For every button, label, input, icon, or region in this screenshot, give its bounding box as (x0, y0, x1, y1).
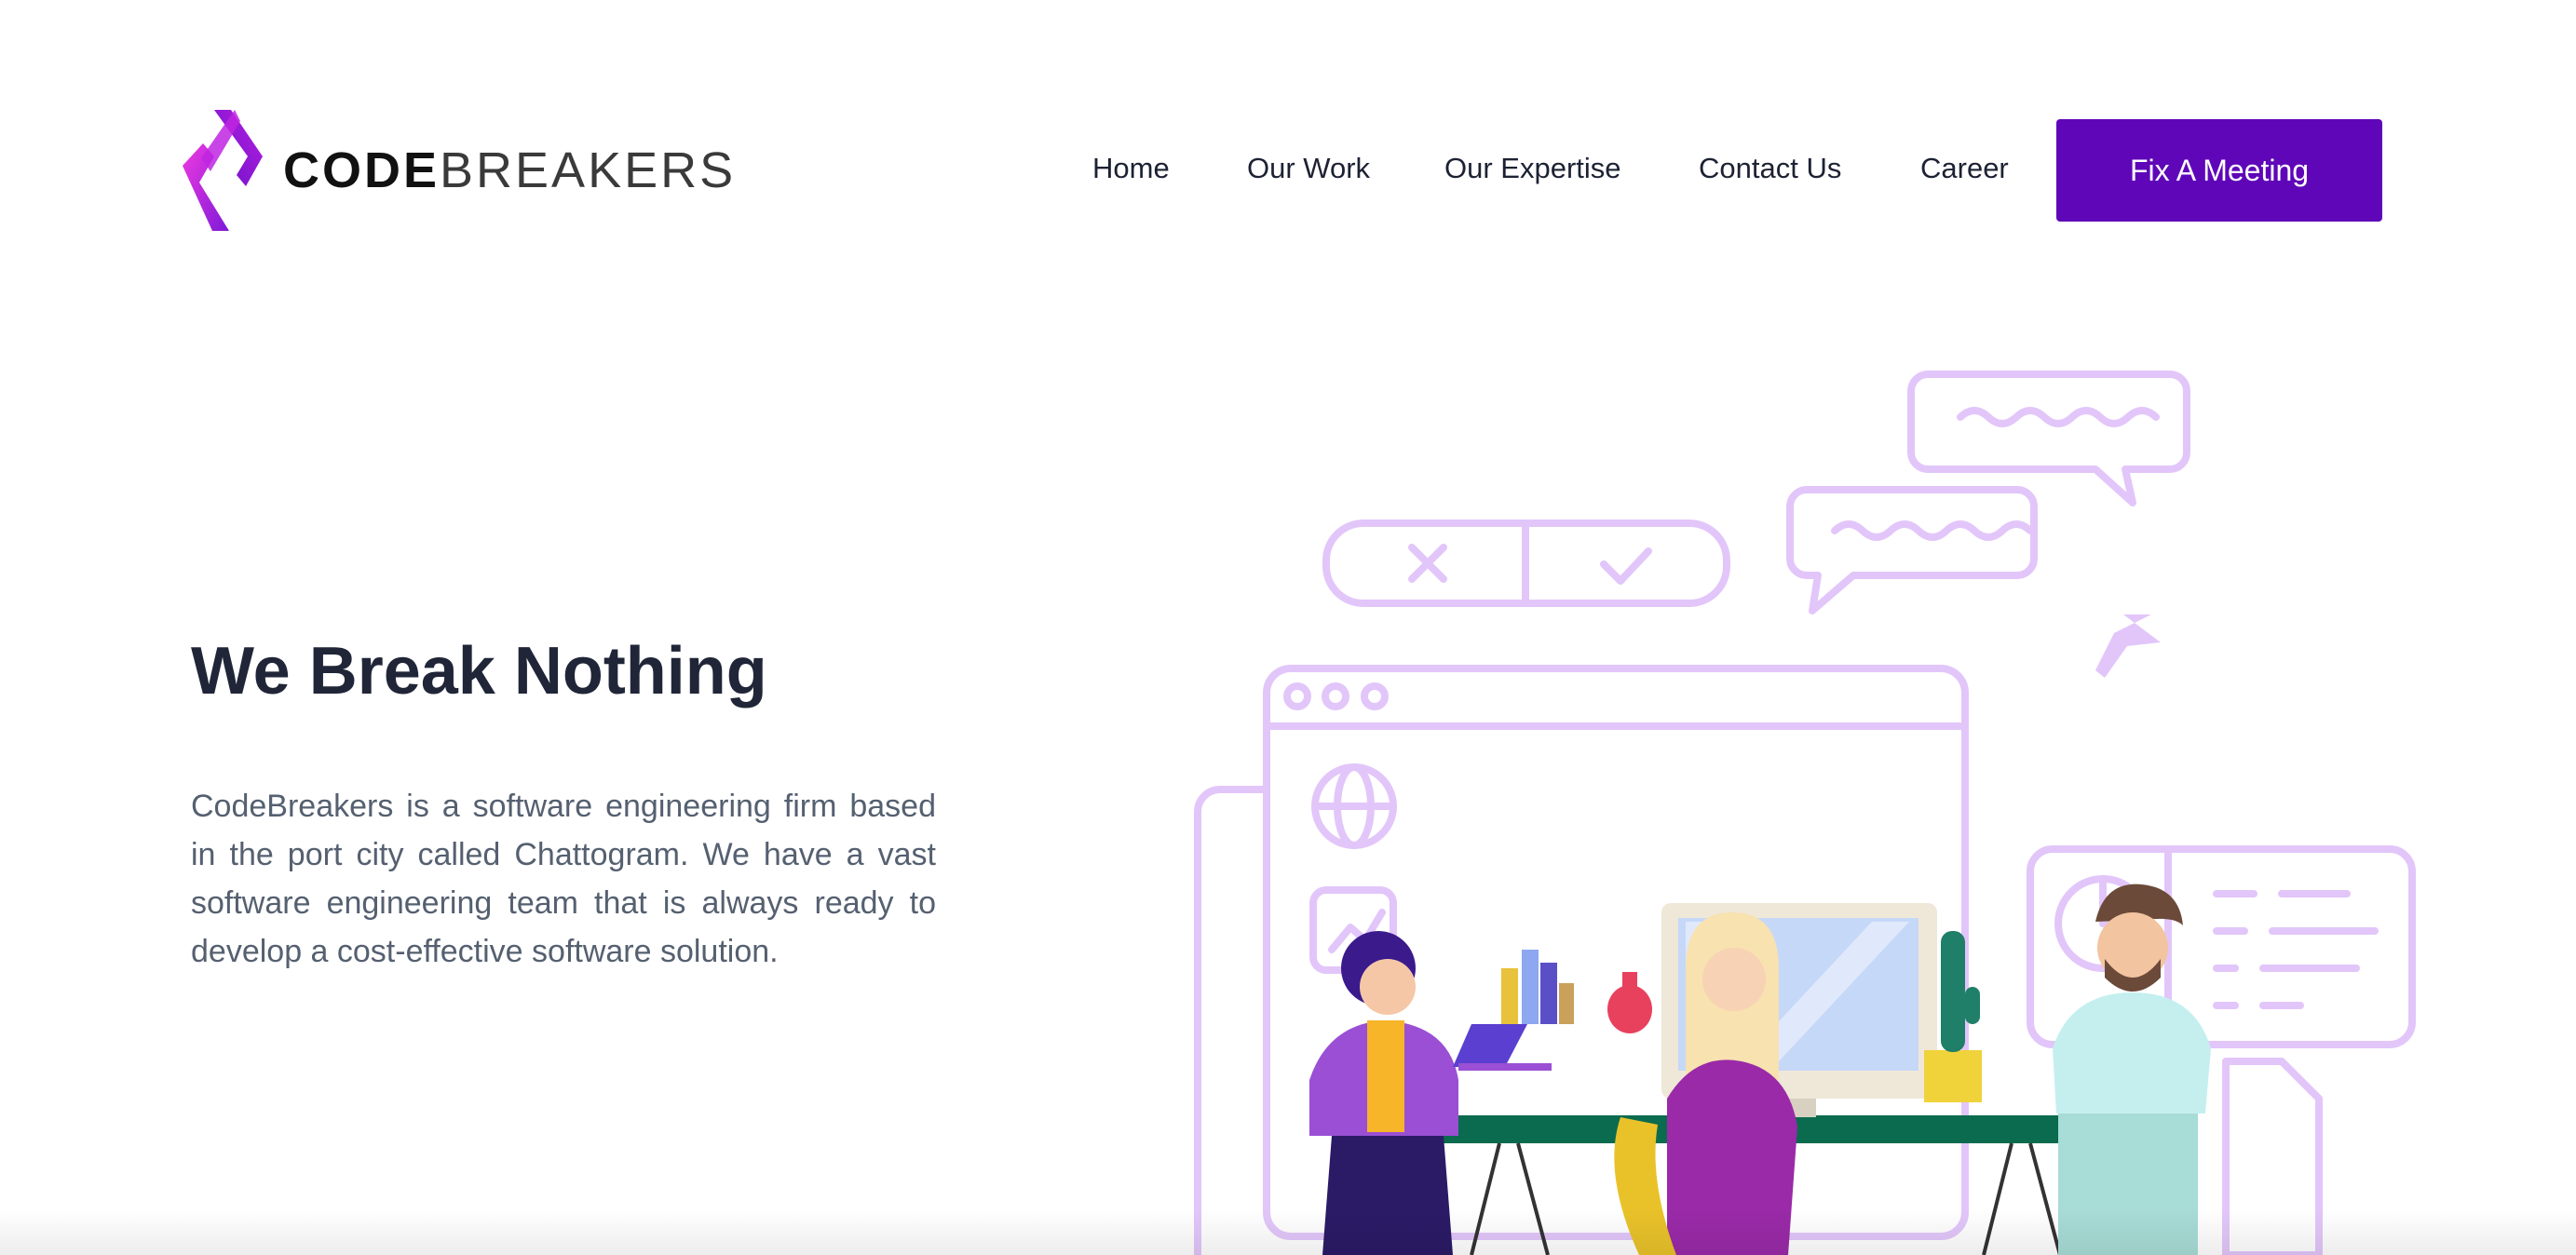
brand-name-bold: CODE (283, 142, 441, 198)
person-right-graphic (2053, 884, 2211, 1255)
bottom-shadow (0, 1208, 2576, 1255)
brand-name-light: BREAKERS (440, 142, 737, 198)
main-nav: Home Our Work Our Expertise Contact Us C… (1052, 119, 2382, 222)
brand-logo[interactable]: CODEBREAKERS (183, 110, 736, 231)
brand-wordmark: CODEBREAKERS (283, 142, 736, 199)
check-mark-icon (1600, 547, 1652, 585)
person-middle-graphic (1614, 912, 1797, 1255)
nav-item-contact-us[interactable]: Contact Us (1699, 119, 1841, 218)
nav-item-our-expertise[interactable]: Our Expertise (1444, 119, 1621, 218)
logo-icon (183, 110, 263, 231)
nav-item-career[interactable]: Career (1920, 119, 2009, 218)
nav-item-our-work[interactable]: Our Work (1247, 119, 1370, 218)
hero-title: We Break Nothing (191, 634, 767, 708)
speech-bubble-icon (1907, 371, 2190, 506)
team-illustration (1194, 371, 2416, 1255)
hero-description: CodeBreakers is a software engineering f… (191, 789, 936, 969)
x-mark-icon (1408, 544, 1447, 583)
fix-a-meeting-button[interactable]: Fix A Meeting (2056, 119, 2382, 222)
nav-item-home[interactable]: Home (1092, 119, 1170, 218)
speech-bubble-icon (1786, 486, 2038, 614)
cursor-arrow-icon (2095, 614, 2161, 678)
